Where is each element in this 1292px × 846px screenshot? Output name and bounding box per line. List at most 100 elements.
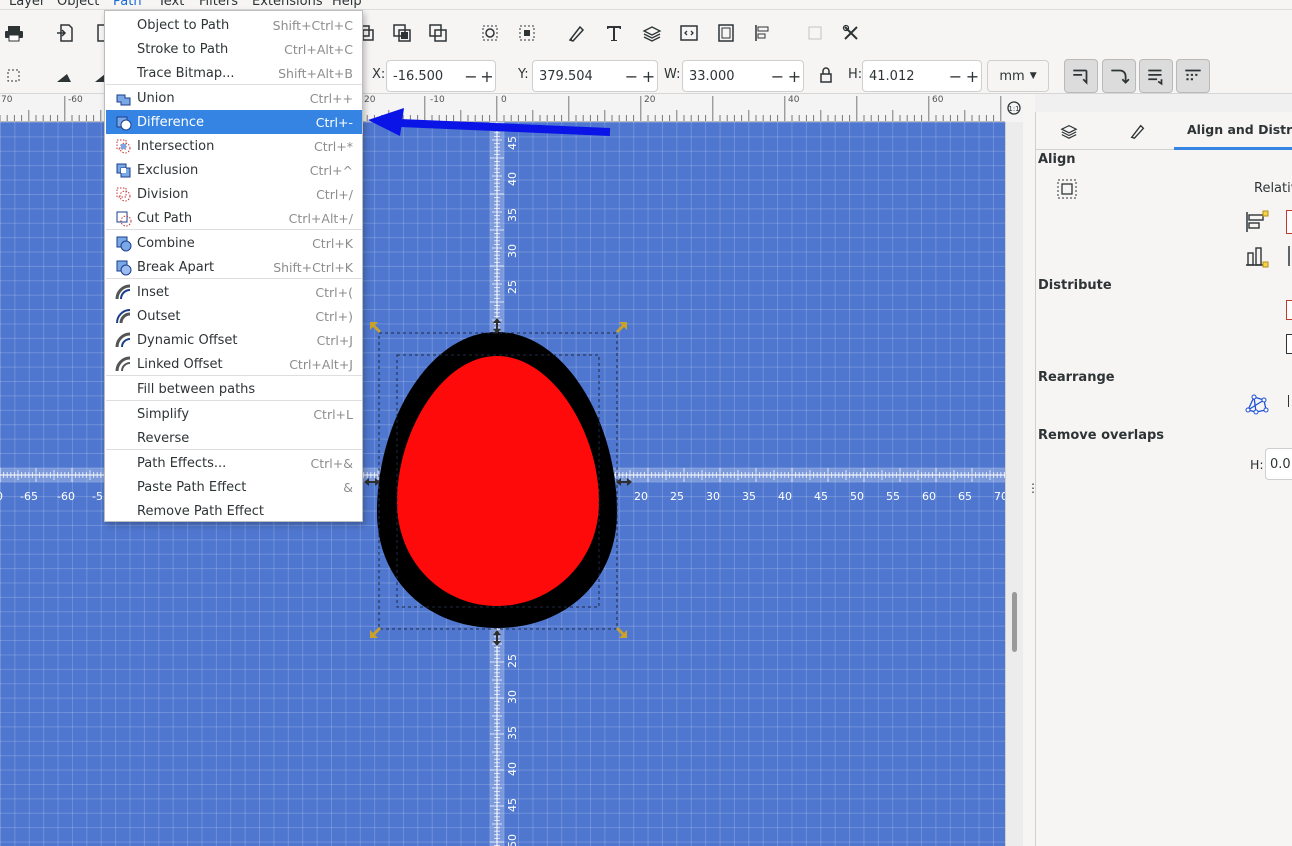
- x-spinbox[interactable]: − +: [386, 60, 496, 92]
- tab-align-distribute[interactable]: Align and Distribute: [1174, 112, 1292, 150]
- h-label: H:: [848, 67, 863, 82]
- h-decrement-button[interactable]: −: [947, 67, 964, 86]
- y-increment-button[interactable]: +: [640, 67, 657, 86]
- menu-path[interactable]: Path: [113, 0, 142, 9]
- menu-filters[interactable]: Filters: [199, 0, 238, 9]
- menu-item-break-apart[interactable]: Break Apart Shift+Ctrl+K: [106, 255, 362, 279]
- menu-item-path-effects[interactable]: Path Effects... Ctrl+&: [106, 451, 362, 475]
- menu-item-union[interactable]: Union Ctrl++: [106, 86, 362, 110]
- exchange-positions-icon[interactable]: [1288, 395, 1292, 407]
- menu-item-object-to-path[interactable]: Object to Path Shift+Ctrl+C: [106, 13, 362, 37]
- canvas-v-label: 25: [506, 654, 519, 668]
- distribute-heading: Distribute: [1038, 278, 1112, 293]
- y-decrement-button[interactable]: −: [623, 67, 640, 86]
- panel-resize-handle[interactable]: ⋮: [1023, 94, 1039, 846]
- menu-item-dynamic-offset[interactable]: Dynamic Offset Ctrl+J: [106, 328, 362, 352]
- preferences-icon[interactable]: [837, 19, 865, 47]
- unlink-clone-icon[interactable]: [424, 19, 452, 47]
- scale-stroke-toggle[interactable]: [1064, 59, 1098, 93]
- menu-item-shortcut: Shift+Ctrl+C: [272, 17, 353, 33]
- menu-item-combine[interactable]: Combine Ctrl+K: [106, 231, 362, 255]
- menu-item-remove-path-effect[interactable]: Remove Path Effect: [106, 499, 362, 523]
- menu-item-division[interactable]: Division Ctrl+/: [106, 182, 362, 206]
- canvas-v-label: 30: [506, 690, 519, 704]
- menu-item-shortcut: Ctrl+Alt+C: [284, 41, 353, 57]
- group-icon[interactable]: [476, 19, 504, 47]
- scrollbar-thumb[interactable]: [1012, 592, 1017, 652]
- document-properties-icon[interactable]: [712, 19, 740, 47]
- layers-icon[interactable]: [638, 19, 666, 47]
- y-spinbox[interactable]: − +: [532, 60, 658, 92]
- w-spinbox[interactable]: − +: [682, 60, 804, 92]
- print-icon[interactable]: [0, 19, 28, 47]
- rotate-90-ccw-icon[interactable]: [50, 62, 78, 90]
- menu-item-shortcut: Ctrl+Alt+J: [289, 356, 353, 372]
- align-right-icon[interactable]: [1286, 210, 1292, 234]
- lock-icon[interactable]: [812, 61, 840, 89]
- menu-object[interactable]: Object: [57, 0, 99, 9]
- menu-item-linked-offset[interactable]: Linked Offset Ctrl+Alt+J: [106, 352, 362, 376]
- menu-help[interactable]: Help: [332, 0, 362, 9]
- overlap-h-value[interactable]: 0.0: [1270, 457, 1291, 472]
- menu-item-shortcut: Shift+Ctrl+K: [273, 259, 353, 275]
- align-bottom-edges-icon[interactable]: [1244, 244, 1270, 268]
- ruler-label: 40: [788, 95, 800, 105]
- x-input[interactable]: [387, 68, 463, 84]
- menu-item-inset[interactable]: Inset Ctrl+(: [106, 280, 362, 304]
- menu-item-simplify[interactable]: Simplify Ctrl+L: [106, 402, 362, 426]
- scale-radii-toggle[interactable]: [1102, 59, 1136, 93]
- tab-layers[interactable]: [1036, 112, 1102, 150]
- menu-item-cut-path[interactable]: Cut Path Ctrl+Alt+/: [106, 206, 362, 230]
- remove-overlaps-heading: Remove overlaps: [1038, 428, 1165, 443]
- align-left-edges-icon[interactable]: [1244, 210, 1270, 234]
- clone-icon[interactable]: [388, 19, 416, 47]
- h-input[interactable]: [863, 68, 947, 84]
- h-increment-button[interactable]: +: [964, 67, 981, 86]
- menu-item-label: Remove Path Effect: [137, 503, 264, 519]
- menu-item-trace-bitmap[interactable]: Trace Bitmap... Shift+Alt+B: [106, 61, 362, 85]
- import-icon[interactable]: [51, 19, 79, 47]
- align-distribute-icon[interactable]: [749, 19, 777, 47]
- overlap-h-spinbox[interactable]: 0.0: [1265, 448, 1292, 480]
- ungroup-icon[interactable]: [513, 19, 541, 47]
- select-all-icon[interactable]: [0, 62, 28, 90]
- menu-item-stroke-to-path[interactable]: Stroke to Path Ctrl+Alt+C: [106, 37, 362, 61]
- menu-item-paste-path-effect[interactable]: Paste Path Effect &: [106, 475, 362, 499]
- move-patterns-toggle[interactable]: [1176, 59, 1210, 93]
- canvas-h-label: 45: [814, 490, 828, 503]
- zoom-correction-corner[interactable]: 1:1: [1005, 94, 1023, 122]
- vertical-scrollbar[interactable]: [1005, 122, 1023, 846]
- y-input[interactable]: [533, 68, 623, 84]
- graph-layout-icon[interactable]: [1244, 392, 1270, 416]
- xml-editor-icon[interactable]: [675, 19, 703, 47]
- w-increment-button[interactable]: +: [786, 67, 803, 86]
- tab-label: Align and Distribute: [1187, 122, 1292, 137]
- distribute-left-icon[interactable]: [1286, 300, 1292, 320]
- x-increment-button[interactable]: +: [479, 67, 495, 86]
- menu-layer[interactable]: Layer: [9, 0, 45, 9]
- menu-item-outset[interactable]: Outset Ctrl+): [106, 304, 362, 328]
- move-gradients-toggle[interactable]: [1139, 59, 1173, 93]
- distribute-vertical-icon[interactable]: [1286, 334, 1292, 354]
- overlap-h-label: H:: [1250, 457, 1264, 472]
- menu-item-difference[interactable]: Difference Ctrl+-: [106, 110, 362, 134]
- annotation-arrow: [368, 108, 611, 136]
- menu-item-intersection[interactable]: Intersection Ctrl+*: [106, 134, 362, 158]
- tab-fill-stroke[interactable]: [1102, 112, 1174, 150]
- menu-text[interactable]: Text: [158, 0, 184, 9]
- w-input[interactable]: [683, 68, 769, 84]
- unit-dropdown[interactable]: mm ▼: [987, 60, 1049, 92]
- h-spinbox[interactable]: − +: [862, 60, 982, 92]
- menu-item-reverse[interactable]: Reverse: [106, 426, 362, 450]
- fill-stroke-icon[interactable]: [563, 19, 591, 47]
- w-decrement-button[interactable]: −: [769, 67, 786, 86]
- x-decrement-button[interactable]: −: [463, 67, 479, 86]
- w-label: W:: [664, 67, 681, 82]
- align-top-icon[interactable]: [1286, 244, 1292, 268]
- menu-item-exclusion[interactable]: Exclusion Ctrl+^: [106, 158, 362, 182]
- menu-extensions[interactable]: Extensions: [252, 0, 323, 9]
- canvas-v-label: 45: [506, 798, 519, 812]
- select-in-bbox-icon[interactable]: [1056, 178, 1078, 200]
- text-font-icon[interactable]: [600, 19, 628, 47]
- menu-item-fill-between-paths[interactable]: Fill between paths: [106, 377, 362, 401]
